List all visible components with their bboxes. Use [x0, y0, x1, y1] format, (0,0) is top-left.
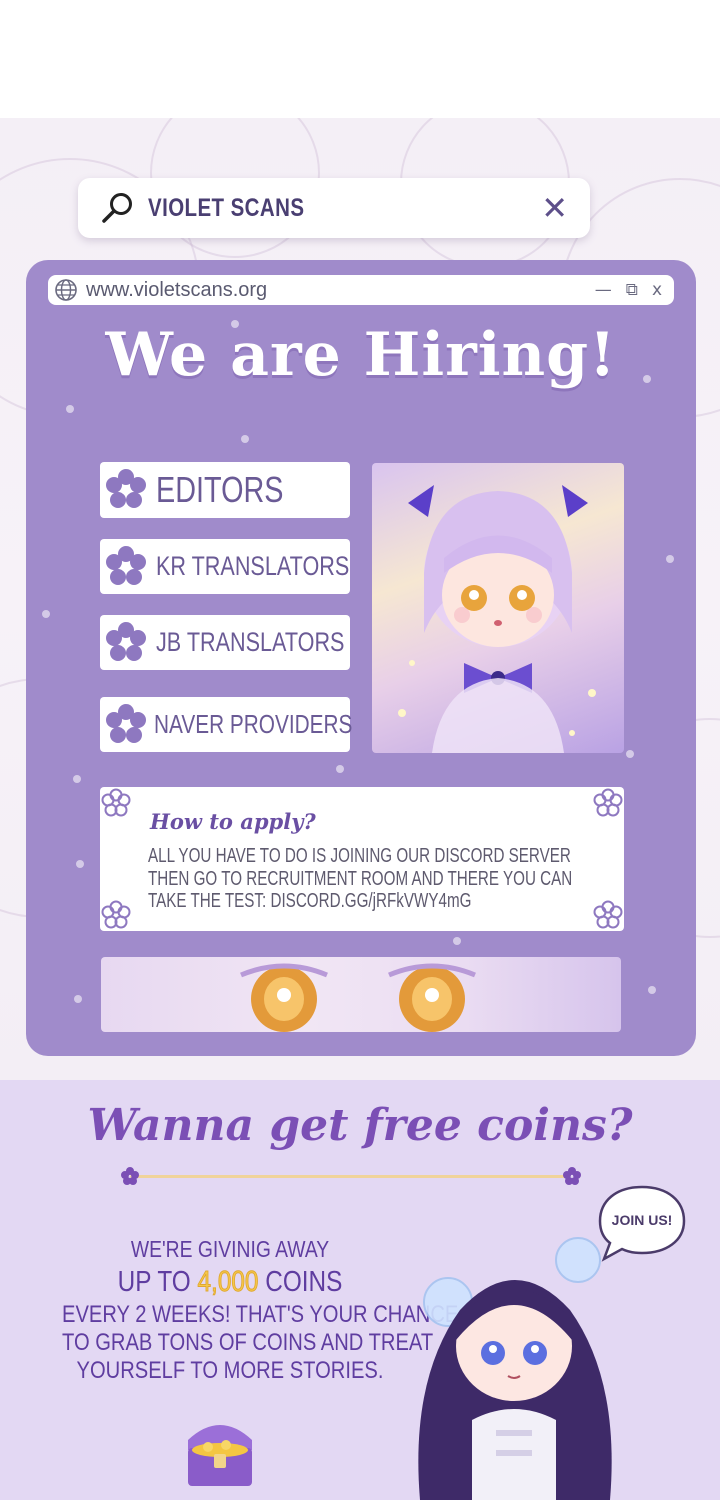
flower-icon	[121, 1167, 139, 1185]
promo-line: WE'RE GIVINIG AWAY	[130, 1236, 330, 1262]
promo-line: EVERY 2 WEEKS! THAT'S YOUR CHANCE	[62, 1301, 459, 1328]
role-naver-providers: NAVER PROVIDERS	[100, 697, 353, 752]
role-jb-translators: JB TRANSLATORS	[100, 615, 350, 670]
how-to-apply-box: How to apply? ALL YOU HAVE TO DO IS JOIN…	[100, 787, 624, 931]
chibi-portrait-image	[372, 463, 624, 753]
role-kr-translators: KR TRANSLATORS	[100, 539, 350, 594]
apply-line[interactable]: TAKE THE TEST: DISCORD.GG/jRFkVWY4mG	[148, 890, 619, 913]
flower-icon	[101, 788, 131, 817]
close-icon[interactable]: ✕	[541, 189, 568, 227]
apply-line: ALL YOU HAVE TO DO IS JOINING OUR DISCOR…	[148, 845, 571, 867]
flower-icon	[106, 703, 146, 743]
free-coins-promo: Wanna get free coins? JOIN US! WE'RE GIV…	[0, 1080, 720, 1500]
globe-icon	[55, 279, 77, 301]
promo-line: TO GRAB TONS OF COINS AND TREAT	[62, 1329, 434, 1356]
browser-address-bar[interactable]: www.violetscans.org — ⧉ x	[48, 275, 674, 305]
magnifier-icon	[102, 193, 132, 223]
flower-icon	[563, 1167, 581, 1185]
apply-line: THEN GO TO RECRUITMENT ROOM AND THERE YO…	[148, 867, 573, 890]
flower-icon	[593, 788, 623, 817]
join-us-label[interactable]: JOIN US!	[596, 1212, 688, 1228]
chibi-girl-image	[418, 1237, 612, 1500]
role-label: KR TRANSLATORS	[156, 551, 350, 581]
apply-instructions: ALL YOU HAVE TO DO IS JOINING OUR DISCOR…	[148, 845, 619, 913]
role-label: NAVER PROVIDERS	[154, 709, 353, 739]
promo-title: Wanna get free coins?	[87, 1100, 633, 1151]
divider	[130, 1175, 570, 1178]
hiring-title: We are Hiring!	[105, 320, 617, 390]
role-editors: EDITORS	[100, 462, 350, 518]
promo-line-post: COINS	[265, 1266, 343, 1298]
role-label: EDITORS	[156, 469, 284, 510]
flower-icon	[101, 900, 131, 929]
hiring-window: www.violetscans.org — ⧉ x We are Hiring!…	[26, 260, 696, 1056]
promo-line-pre: UP TO	[117, 1266, 191, 1298]
coin-amount: 4,000	[197, 1266, 259, 1299]
flower-icon	[106, 621, 146, 661]
promo-line: UP TO 4,000 COINS	[62, 1263, 398, 1301]
top-blank-area	[0, 0, 720, 118]
url-text[interactable]: www.violetscans.org	[86, 279, 581, 302]
apply-title: How to apply?	[150, 809, 316, 834]
window-close-icon[interactable]: x	[652, 280, 662, 300]
eyes-banner-image	[101, 957, 621, 1032]
promo-line: YOURSELF TO MORE STORIES.	[76, 1357, 384, 1384]
search-query[interactable]: VIOLET SCANS	[148, 194, 470, 223]
flower-icon	[106, 469, 146, 508]
role-label: JB TRANSLATORS	[156, 627, 345, 657]
restore-icon[interactable]: ⧉	[626, 280, 638, 300]
search-bar[interactable]: VIOLET SCANS ✕	[78, 178, 590, 238]
minimize-icon[interactable]: —	[595, 280, 612, 300]
treasure-chest-icon	[188, 1425, 252, 1486]
promo-description: WE'RE GIVINIG AWAY UP TO 4,000 COINS EVE…	[30, 1235, 459, 1385]
flower-icon	[106, 545, 146, 585]
